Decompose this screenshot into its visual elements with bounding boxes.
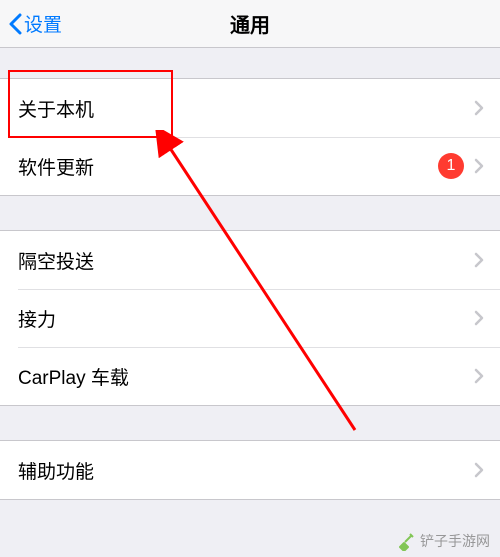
watermark-text: 铲子手游网 [420,531,490,551]
page-title: 通用 [0,9,500,38]
chevron-right-icon [474,310,484,326]
cell-airdrop[interactable]: 隔空投送 [0,231,500,289]
chevron-right-icon [474,462,484,478]
chevron-right-icon [474,368,484,384]
watermark: 铲子手游网 [396,531,490,551]
shovel-icon [396,531,416,551]
nav-bar: 设置 通用 [0,0,500,48]
back-button[interactable]: 设置 [0,10,62,37]
settings-group-2: 隔空投送 接力 CarPlay 车载 [0,230,500,406]
chevron-left-icon [8,13,22,35]
chevron-right-icon [474,158,484,174]
cell-label: 接力 [18,305,474,332]
cell-carplay[interactable]: CarPlay 车载 [0,347,500,405]
cell-label: 关于本机 [18,95,474,122]
cell-label: CarPlay 车载 [18,363,474,390]
notification-badge: 1 [438,153,464,179]
cell-about[interactable]: 关于本机 [0,79,500,137]
cell-label: 隔空投送 [18,247,474,274]
cell-label: 辅助功能 [18,457,474,484]
settings-group-1: 关于本机 软件更新 1 [0,78,500,196]
cell-label: 软件更新 [18,153,438,180]
chevron-right-icon [474,252,484,268]
cell-software-update[interactable]: 软件更新 1 [0,137,500,195]
settings-group-3: 辅助功能 [0,440,500,500]
cell-accessibility[interactable]: 辅助功能 [0,441,500,499]
back-label: 设置 [24,10,62,37]
chevron-right-icon [474,100,484,116]
cell-handoff[interactable]: 接力 [0,289,500,347]
